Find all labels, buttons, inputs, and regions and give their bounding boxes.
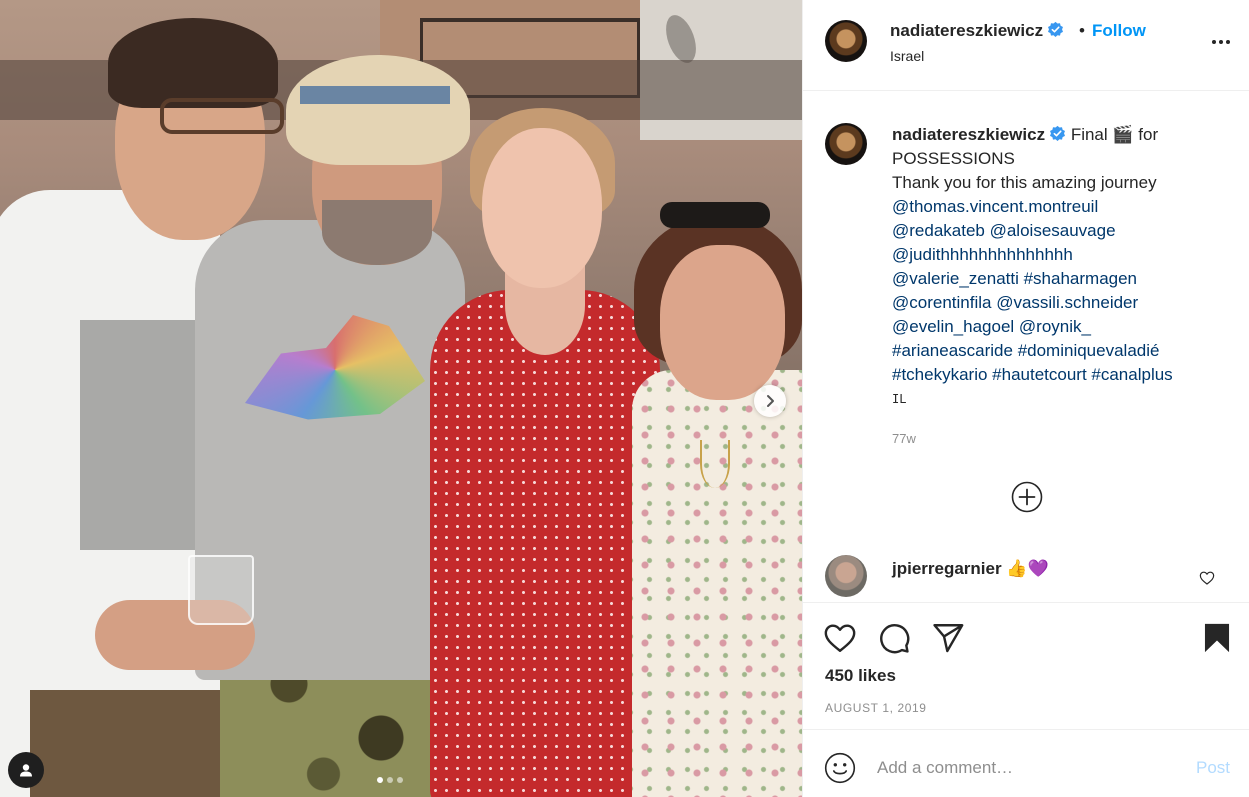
carousel-dot: [387, 777, 393, 783]
add-comment-bar: Post: [803, 729, 1249, 797]
comment-input[interactable]: [877, 754, 1177, 782]
verified-badge-icon: [1048, 21, 1064, 37]
person-1-shirt-print: [80, 320, 200, 550]
commenter-username[interactable]: jpierregarnier: [892, 559, 1002, 578]
caption-mentions-line[interactable]: @judithhhhhhhhhhhhhh: [892, 243, 1232, 267]
share-paper-plane-icon[interactable]: [931, 621, 965, 655]
post-actions: [803, 603, 1249, 673]
caption-hashtags-line[interactable]: #tchekykario #hautetcourt #canalplus: [892, 363, 1232, 387]
plastic-cup: [188, 555, 254, 625]
chevron-right-icon: [767, 395, 774, 407]
caption-intro: Final 🎬 for: [1070, 125, 1159, 144]
comment-bubble-icon[interactable]: [877, 621, 911, 655]
caption-timestamp[interactable]: 77w: [892, 431, 916, 446]
more-options-icon[interactable]: [1207, 32, 1235, 52]
load-more-comments-icon[interactable]: [1011, 481, 1043, 513]
post-date[interactable]: AUGUST 1, 2019: [825, 701, 927, 715]
carousel-dot: [377, 777, 383, 783]
post-location[interactable]: Israel: [890, 48, 924, 64]
person-2-beard: [322, 200, 432, 265]
caption-mentions-line[interactable]: @valerie_zenatti #shaharmagen: [892, 267, 1232, 291]
post-side-panel: nadiatereszkiewicz • Follow Israel nadia…: [802, 0, 1249, 797]
caption-line: Thank you for this amazing journey: [892, 173, 1157, 192]
person-1-glasses: [160, 98, 284, 134]
likes-count[interactable]: 450 likes: [825, 666, 896, 686]
person-3-dress: [430, 290, 660, 797]
person-1-hair: [108, 18, 278, 108]
caption-section: nadiatereszkiewicz Final 🎬 for POSSESSIO…: [803, 92, 1249, 602]
carousel-dot: [397, 777, 403, 783]
post-comment-button[interactable]: Post: [1196, 758, 1230, 778]
person-4-sunglasses: [660, 202, 770, 228]
caption-author-avatar[interactable]: [825, 123, 867, 165]
caption-mentions-line[interactable]: @redakateb @aloisesauvage: [892, 219, 1232, 243]
user-icon: [20, 764, 32, 777]
caption-hashtags-line[interactable]: #arianeascaride #dominiquevaladié: [892, 339, 1232, 363]
caption-text: nadiatereszkiewicz Final 🎬 for POSSESSIO…: [892, 123, 1232, 411]
header-separator: •: [1079, 21, 1085, 40]
caption-flag-text: IL: [892, 392, 907, 406]
post-image[interactable]: [0, 0, 802, 797]
commenter-avatar[interactable]: [825, 555, 867, 597]
follow-button[interactable]: Follow: [1092, 21, 1146, 41]
caption-username[interactable]: nadiatereszkiewicz: [892, 125, 1045, 144]
person-4-necklace: [700, 440, 730, 488]
person-4-head: [660, 245, 785, 400]
person-1-pants: [30, 690, 220, 797]
person-2-hat-band: [300, 86, 450, 104]
save-bookmark-icon[interactable]: [1200, 621, 1234, 655]
comment-row: jpierregarnier 👍💜: [803, 549, 1249, 603]
caption-mentions-line[interactable]: @thomas.vincent.montreuil: [892, 195, 1232, 219]
person-2-hat: [286, 55, 470, 165]
emoji-smiley-icon[interactable]: [824, 752, 856, 784]
author-avatar[interactable]: [825, 20, 867, 62]
person-3-head: [482, 128, 602, 288]
comment-text: jpierregarnier 👍💜: [892, 559, 1049, 579]
author-username[interactable]: nadiatereszkiewicz: [890, 21, 1043, 40]
author-username-row: nadiatereszkiewicz: [890, 21, 1064, 41]
comment-body: 👍💜: [1006, 559, 1049, 578]
verified-badge-icon: [1050, 125, 1066, 141]
post-header: nadiatereszkiewicz • Follow Israel: [803, 0, 1249, 91]
like-heart-icon[interactable]: [823, 621, 857, 655]
tagged-users-button[interactable]: [8, 752, 44, 788]
caption-mentions-line[interactable]: @corentinfila @vassili.schneider: [892, 291, 1232, 315]
carousel-next-button[interactable]: [754, 385, 786, 417]
person-4-blouse: [632, 370, 802, 797]
caption-line: POSSESSIONS: [892, 149, 1015, 168]
carousel-indicator: [377, 777, 403, 783]
comment-heart-icon[interactable]: [1199, 570, 1215, 586]
caption-mentions-line[interactable]: @evelin_hagoel @roynik_: [892, 315, 1232, 339]
